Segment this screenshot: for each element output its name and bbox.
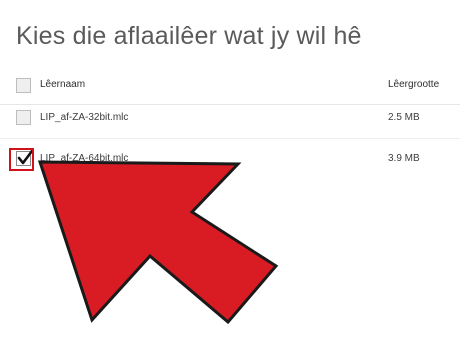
select-all-checkbox[interactable] [16,78,31,93]
file-size: 2.5 MB [388,112,420,123]
row-checkbox[interactable] [16,110,31,125]
column-header-name: Lêernaam [40,79,86,90]
watermark-logo: wikiHow [368,320,458,342]
table-row[interactable]: LIP_af-ZA-64bit.mlc 3.9 MB [0,140,460,180]
watermark-part-1: wiki [368,320,399,337]
file-size: 3.9 MB [388,153,420,164]
column-header-size: Lêergrootte [388,79,440,90]
download-selection-screen: Kies die aflaailêer wat jy wil hê Lêerna… [0,0,460,345]
watermark-part-2: How [398,320,433,337]
file-name: LIP_af-ZA-64bit.mlc [40,153,129,164]
checkbox-highlight-frame [9,148,34,171]
table-row[interactable]: LIP_af-ZA-32bit.mlc 2.5 MB [0,98,460,139]
page-title: Kies die aflaailêer wat jy wil hê [16,22,362,50]
file-name: LIP_af-ZA-32bit.mlc [40,112,129,123]
